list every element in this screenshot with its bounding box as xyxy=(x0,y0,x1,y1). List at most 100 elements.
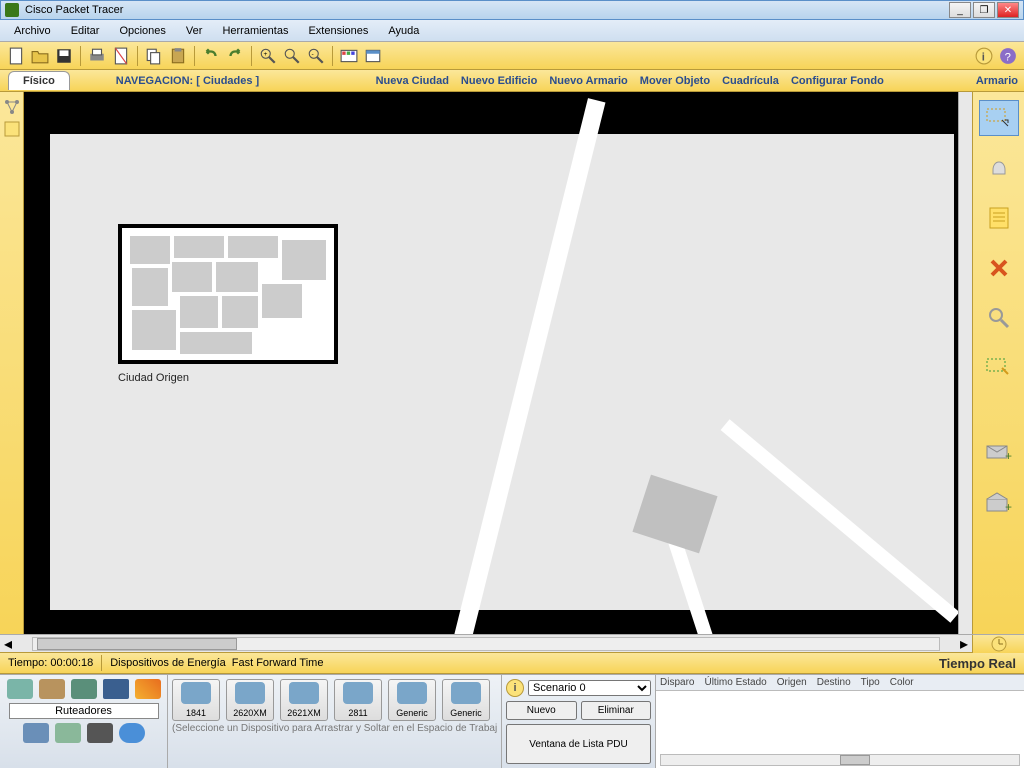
multiuser-category-icon[interactable] xyxy=(119,723,145,743)
app-icon xyxy=(5,3,19,17)
router-2620xm[interactable]: 2620XM xyxy=(226,679,274,721)
switches-category-icon[interactable] xyxy=(39,679,65,699)
cluster-icon[interactable] xyxy=(3,98,21,116)
menu-opciones[interactable]: Opciones xyxy=(109,23,175,39)
notes-icon[interactable] xyxy=(3,120,21,138)
scenario-info-icon[interactable]: i xyxy=(506,679,524,697)
open-file-icon[interactable] xyxy=(30,46,50,66)
realtime-toggle-icon[interactable] xyxy=(988,636,1010,652)
menu-herramientas[interactable]: Herramientas xyxy=(212,23,298,39)
wan-category-icon[interactable] xyxy=(55,723,81,743)
fast-forward-button[interactable]: Fast Forward Time xyxy=(232,657,324,669)
device-list-panel: 1841 2620XM 2621XM 2811 Generic Generic … xyxy=(168,675,502,768)
new-file-icon[interactable] xyxy=(6,46,26,66)
router-1841[interactable]: 1841 xyxy=(172,679,220,721)
paste-icon[interactable] xyxy=(168,46,188,66)
device-category-panel: Ruteadores xyxy=(0,675,168,768)
right-tool-palette: + + xyxy=(972,92,1024,634)
menu-archivo[interactable]: Archivo xyxy=(4,23,61,39)
pdu-list-window-button[interactable]: Ventana de Lista PDU xyxy=(506,724,651,764)
resize-tool-icon[interactable] xyxy=(979,350,1019,386)
wizard-icon[interactable] xyxy=(111,46,131,66)
closet-button[interactable]: Armario xyxy=(970,75,1024,87)
menu-editar[interactable]: Editar xyxy=(61,23,110,39)
grid-button[interactable]: Cuadrícula xyxy=(716,75,785,87)
close-button[interactable]: ✕ xyxy=(997,2,1019,18)
info-icon[interactable]: i xyxy=(974,46,994,66)
copy-icon[interactable] xyxy=(144,46,164,66)
new-building-button[interactable]: Nuevo Edificio xyxy=(455,75,543,87)
navigation-breadcrumb[interactable]: NAVEGACION: [ Ciudades ] xyxy=(110,75,265,87)
map-canvas[interactable]: Ciudad Origen xyxy=(50,134,954,610)
physical-tab[interactable]: Físico xyxy=(8,71,70,90)
save-icon[interactable] xyxy=(54,46,74,66)
note-tool-icon[interactable] xyxy=(979,200,1019,236)
menu-extensiones[interactable]: Extensiones xyxy=(298,23,378,39)
delete-scenario-button[interactable]: Eliminar xyxy=(581,701,652,720)
pdu-col-origen[interactable]: Origen xyxy=(777,677,807,688)
pdu-scrollbar[interactable] xyxy=(660,754,1020,766)
maximize-button[interactable]: ❐ xyxy=(973,2,995,18)
router-2621xm[interactable]: 2621XM xyxy=(280,679,328,721)
road-shape xyxy=(721,419,958,623)
device-hint: (Seleccione un Dispositivo para Arrastra… xyxy=(172,723,497,734)
print-icon[interactable] xyxy=(87,46,107,66)
new-city-button[interactable]: Nueva Ciudad xyxy=(370,75,455,87)
simple-pdu-tool-icon[interactable]: + xyxy=(979,434,1019,470)
menu-ver[interactable]: Ver xyxy=(176,23,213,39)
city-blocks-icon xyxy=(122,228,334,360)
menubar: Archivo Editar Opciones Ver Herramientas… xyxy=(0,20,1024,42)
connections-category-icon[interactable] xyxy=(135,679,161,699)
end-devices-category-icon[interactable] xyxy=(23,723,49,743)
vertical-scrollbar[interactable] xyxy=(958,92,972,634)
move-object-button[interactable]: Mover Objeto xyxy=(634,75,716,87)
scenario-select[interactable]: Scenario 0 xyxy=(528,680,651,696)
menu-ayuda[interactable]: Ayuda xyxy=(378,23,429,39)
wireless-category-icon[interactable] xyxy=(103,679,129,699)
svg-text:?: ? xyxy=(1005,51,1011,63)
pdu-col-ultimo[interactable]: Último Estado xyxy=(704,677,766,688)
new-closet-button[interactable]: Nuevo Armario xyxy=(543,75,633,87)
minimize-button[interactable]: _ xyxy=(949,2,971,18)
main-toolbar: + - i ? xyxy=(0,42,1024,70)
dialog-icon[interactable] xyxy=(363,46,383,66)
device-panel: Ruteadores 1841 2620XM 2621XM 2811 Gener… xyxy=(0,674,1024,768)
zoom-reset-icon[interactable] xyxy=(282,46,302,66)
zoom-in-icon[interactable]: + xyxy=(258,46,278,66)
building-shape xyxy=(632,475,717,554)
realtime-label: Tiempo Real xyxy=(939,656,1016,671)
workspace-canvas[interactable]: Ciudad Origen xyxy=(24,92,958,634)
pdu-col-tipo[interactable]: Tipo xyxy=(861,677,880,688)
undo-icon[interactable] xyxy=(201,46,221,66)
horizontal-scrollbar[interactable]: ◂ ▸ xyxy=(0,634,1024,652)
set-background-button[interactable]: Configurar Fondo xyxy=(785,75,890,87)
scenario-panel: i Scenario 0 Nuevo Eliminar Ventana de L… xyxy=(502,675,656,768)
redo-icon[interactable] xyxy=(225,46,245,66)
router-2811[interactable]: 2811 xyxy=(334,679,382,721)
pdu-col-disparo[interactable]: Disparo xyxy=(660,677,694,688)
power-devices-button[interactable]: Dispositivos de Energía xyxy=(110,657,226,669)
routers-category-icon[interactable] xyxy=(7,679,33,699)
window-title: Cisco Packet Tracer xyxy=(25,4,123,16)
physical-nav-bar: Físico NAVEGACION: [ Ciudades ] Nueva Ci… xyxy=(0,70,1024,92)
palette-icon[interactable] xyxy=(339,46,359,66)
router-generic-2[interactable]: Generic xyxy=(442,679,490,721)
window-titlebar: Cisco Packet Tracer _ ❐ ✕ xyxy=(0,0,1024,20)
city-label: Ciudad Origen xyxy=(118,372,189,384)
custom-category-icon[interactable] xyxy=(87,723,113,743)
select-tool-icon[interactable] xyxy=(979,100,1019,136)
pdu-col-destino[interactable]: Destino xyxy=(817,677,851,688)
move-tool-icon[interactable] xyxy=(979,150,1019,186)
router-generic-1[interactable]: Generic xyxy=(388,679,436,721)
help-icon[interactable]: ? xyxy=(998,46,1018,66)
svg-text:-: - xyxy=(312,51,314,58)
pdu-col-color[interactable]: Color xyxy=(890,677,914,688)
delete-tool-icon[interactable] xyxy=(979,250,1019,286)
hubs-category-icon[interactable] xyxy=(71,679,97,699)
city-object[interactable] xyxy=(118,224,338,364)
svg-text:+: + xyxy=(264,51,268,58)
complex-pdu-tool-icon[interactable]: + xyxy=(979,484,1019,520)
inspect-tool-icon[interactable] xyxy=(979,300,1019,336)
new-scenario-button[interactable]: Nuevo xyxy=(506,701,577,720)
zoom-out-icon[interactable]: - xyxy=(306,46,326,66)
